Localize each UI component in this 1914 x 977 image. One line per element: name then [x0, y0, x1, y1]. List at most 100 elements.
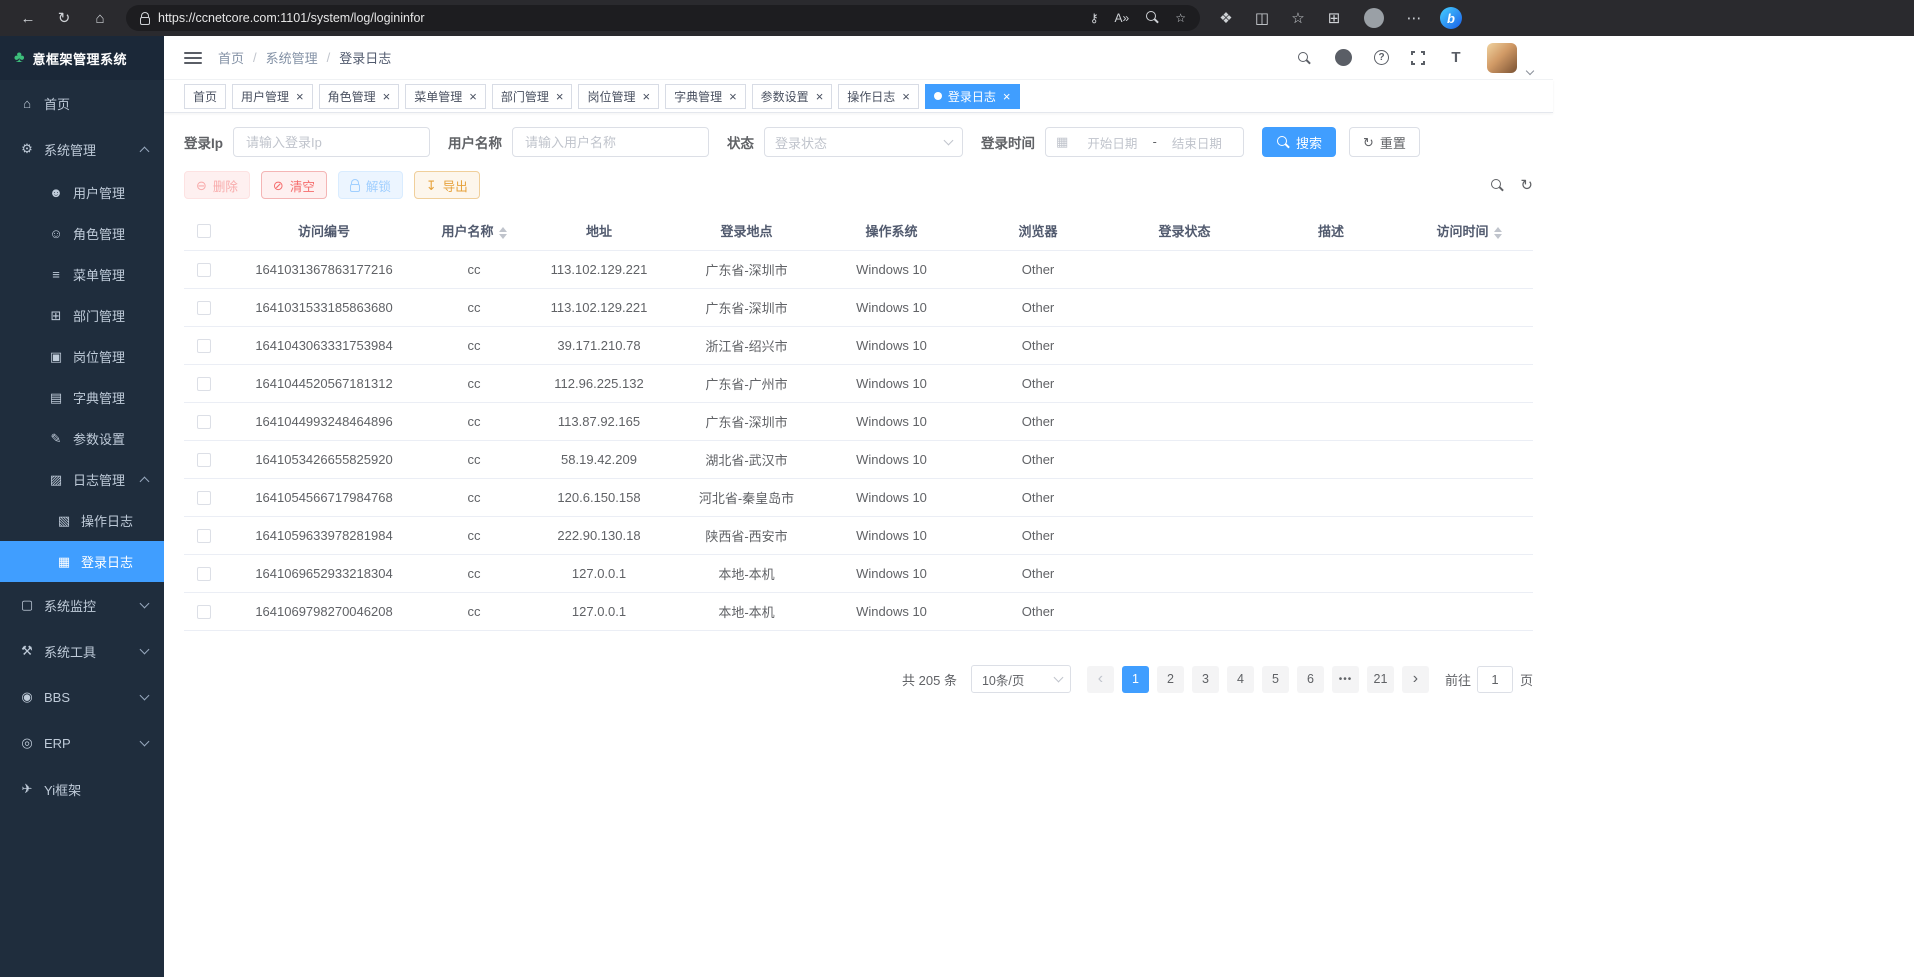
row-checkbox[interactable]: [197, 377, 211, 391]
tab[interactable]: 部门管理 ×: [492, 84, 573, 109]
login-ip-input[interactable]: [233, 127, 430, 157]
column-header[interactable]: 地址: [524, 211, 674, 251]
font-size-icon[interactable]: T: [1447, 49, 1465, 67]
tab[interactable]: 参数设置 ×: [752, 84, 833, 109]
page-button[interactable]: 5: [1262, 666, 1289, 693]
goto-page-input[interactable]: [1477, 666, 1513, 693]
select-all-checkbox[interactable]: [197, 224, 211, 238]
sidebar-menu-item[interactable]: ▨ 日志管理: [0, 459, 164, 500]
page-size-select[interactable]: 10条/页: [971, 665, 1071, 693]
zoom-icon[interactable]: [1145, 10, 1159, 27]
row-checkbox[interactable]: [197, 453, 211, 467]
table-row[interactable]: 1641053426655825920 cc 58.19.42.209 湖北省-…: [184, 441, 1533, 479]
sidebar-menu-item[interactable]: ⊞ 部门管理: [0, 295, 164, 336]
sidebar-menu-item[interactable]: ▢ 系统监控: [0, 582, 164, 628]
page-button[interactable]: 6: [1297, 666, 1324, 693]
unlock-button[interactable]: 解锁: [338, 171, 403, 199]
sidebar-menu-item[interactable]: ≡ 菜单管理: [0, 254, 164, 295]
table-row[interactable]: 1641044993248464896 cc 113.87.92.165 广东省…: [184, 403, 1533, 441]
user-name-input[interactable]: [512, 127, 709, 157]
row-checkbox[interactable]: [197, 567, 211, 581]
tab[interactable]: 岗位管理 ×: [578, 84, 659, 109]
close-icon[interactable]: ×: [296, 90, 304, 103]
read-aloud-icon[interactable]: A»: [1115, 11, 1130, 25]
close-icon[interactable]: ×: [729, 90, 737, 103]
row-checkbox[interactable]: [197, 415, 211, 429]
table-row[interactable]: 1641031533185863680 cc 113.102.129.221 广…: [184, 289, 1533, 327]
date-range-picker[interactable]: ▦ 开始日期 - 结束日期: [1045, 127, 1244, 157]
prev-page-button[interactable]: ‹: [1087, 666, 1114, 693]
column-header[interactable]: 登录地点: [674, 211, 819, 251]
sidebar-menu-item[interactable]: ☻ 用户管理: [0, 172, 164, 213]
sidebar-menu-item[interactable]: ▤ 字典管理: [0, 377, 164, 418]
sidebar-menu-item[interactable]: ⌂ 首页: [0, 80, 164, 126]
close-icon[interactable]: ×: [816, 90, 824, 103]
sidebar-menu-item[interactable]: ⚒ 系统工具: [0, 628, 164, 674]
next-page-button[interactable]: ›: [1402, 666, 1429, 693]
row-checkbox[interactable]: [197, 263, 211, 277]
sidebar-menu-item[interactable]: ▧ 操作日志: [0, 500, 164, 541]
close-icon[interactable]: ×: [556, 90, 564, 103]
table-row[interactable]: 1641044520567181312 cc 112.96.225.132 广东…: [184, 365, 1533, 403]
tab[interactable]: 字典管理 ×: [665, 84, 746, 109]
page-button[interactable]: •••: [1332, 666, 1359, 693]
github-icon[interactable]: [1335, 49, 1352, 66]
column-header[interactable]: 访问时间: [1405, 211, 1533, 251]
table-row[interactable]: 1641054566717984768 cc 120.6.150.158 河北省…: [184, 479, 1533, 517]
page-button[interactable]: 1: [1122, 666, 1149, 693]
close-icon[interactable]: ×: [1003, 90, 1011, 103]
close-icon[interactable]: ×: [642, 90, 650, 103]
sidebar-menu-item[interactable]: ⚙ 系统管理: [0, 126, 164, 172]
row-checkbox[interactable]: [197, 605, 211, 619]
column-header[interactable]: 操作系统: [819, 211, 964, 251]
sidebar-menu-item[interactable]: ✈ Yi框架: [0, 766, 164, 812]
page-button[interactable]: 21: [1367, 666, 1394, 693]
search-icon[interactable]: [1295, 49, 1313, 67]
export-button[interactable]: ↧ 导出: [414, 171, 480, 199]
hamburger-icon[interactable]: [184, 52, 202, 64]
close-icon[interactable]: ×: [383, 90, 391, 103]
more-icon[interactable]: ⋯: [1396, 9, 1432, 27]
favorites-bar-icon[interactable]: ☆: [1280, 9, 1316, 27]
table-refresh-icon[interactable]: ↻: [1520, 176, 1533, 194]
close-icon[interactable]: ×: [902, 90, 910, 103]
key-icon[interactable]: ⚷: [1090, 11, 1099, 25]
row-checkbox[interactable]: [197, 529, 211, 543]
page-button[interactable]: 3: [1192, 666, 1219, 693]
home-icon[interactable]: ⌂: [82, 10, 118, 27]
table-row[interactable]: 1641031367863177216 cc 113.102.129.221 广…: [184, 251, 1533, 289]
page-button[interactable]: 2: [1157, 666, 1184, 693]
tab[interactable]: 用户管理 ×: [232, 84, 313, 109]
refresh-icon[interactable]: ↻: [46, 9, 82, 27]
tab[interactable]: 菜单管理 ×: [405, 84, 486, 109]
help-icon[interactable]: ?: [1374, 50, 1389, 65]
address-bar[interactable]: https://ccnetcore.com:1101/system/log/lo…: [126, 5, 1200, 31]
breadcrumb-home[interactable]: 首页: [218, 48, 244, 67]
end-date-input[interactable]: 结束日期: [1161, 133, 1233, 152]
clear-button[interactable]: ⊘ 清空: [261, 171, 327, 199]
bing-icon[interactable]: b: [1440, 7, 1462, 29]
sidebar-menu-item[interactable]: ◎ ERP: [0, 720, 164, 766]
sidebar-menu-item[interactable]: ☺ 角色管理: [0, 213, 164, 254]
search-button[interactable]: 搜索: [1262, 127, 1336, 157]
tab[interactable]: 角色管理 ×: [319, 84, 400, 109]
table-row[interactable]: 1641069798270046208 cc 127.0.0.1 本地-本机 W…: [184, 593, 1533, 631]
row-checkbox[interactable]: [197, 301, 211, 315]
table-row[interactable]: 1641069652933218304 cc 127.0.0.1 本地-本机 W…: [184, 555, 1533, 593]
start-date-input[interactable]: 开始日期: [1076, 133, 1148, 152]
sidebar-menu-item[interactable]: ▣ 岗位管理: [0, 336, 164, 377]
delete-button[interactable]: ⊖ 删除: [184, 171, 250, 199]
breadcrumb-system-management[interactable]: 系统管理: [266, 48, 318, 67]
row-checkbox[interactable]: [197, 339, 211, 353]
favorites-icon[interactable]: ☆: [1175, 11, 1186, 25]
close-icon[interactable]: ×: [469, 90, 477, 103]
column-header[interactable]: 浏览器: [964, 211, 1112, 251]
sidebar-menu-item[interactable]: ◉ BBS: [0, 674, 164, 720]
table-row[interactable]: 1641059633978281984 cc 222.90.130.18 陕西省…: [184, 517, 1533, 555]
split-screen-icon[interactable]: ◫: [1244, 9, 1280, 27]
column-header[interactable]: 登录状态: [1112, 211, 1257, 251]
browser-profile-icon[interactable]: [1364, 8, 1384, 28]
page-button[interactable]: 4: [1227, 666, 1254, 693]
column-header[interactable]: 描述: [1257, 211, 1405, 251]
column-header[interactable]: 用户名称: [424, 211, 524, 251]
